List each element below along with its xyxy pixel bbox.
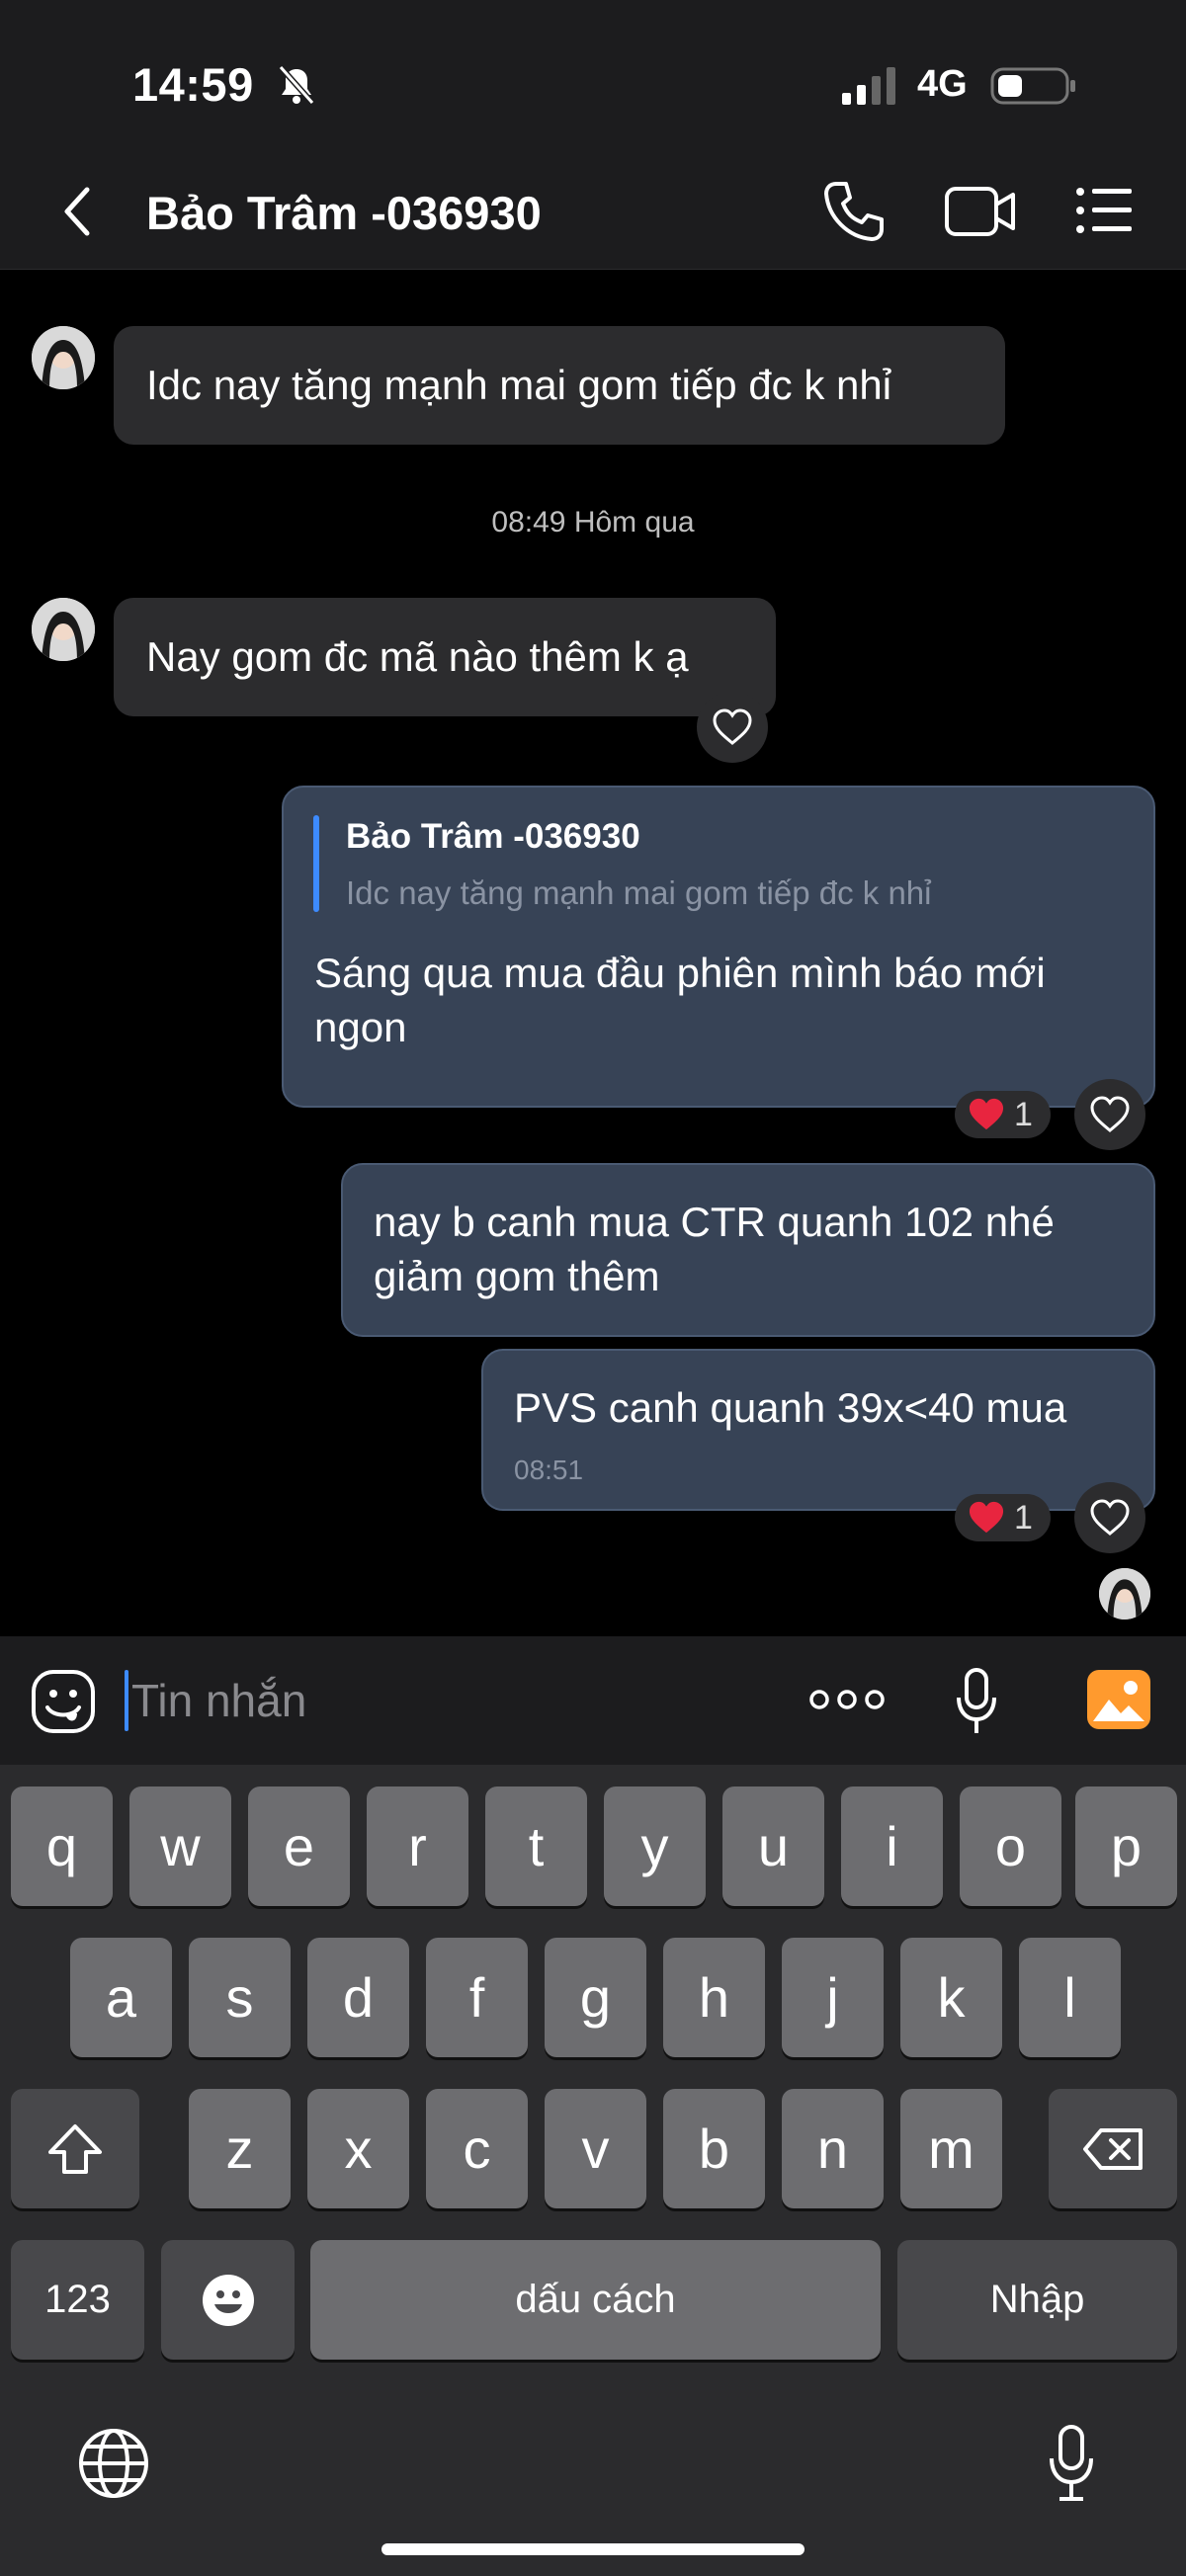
reaction-badge[interactable]: 1 xyxy=(955,1494,1051,1541)
message-bubble-outgoing[interactable]: PVS canh quanh 39x<40 mua 08:51 xyxy=(481,1349,1155,1511)
emoji-icon xyxy=(202,2274,254,2326)
reaction-count: 1 xyxy=(1014,1095,1033,1133)
bell-muted-icon xyxy=(278,65,315,105)
key-q[interactable]: q xyxy=(11,1787,113,1906)
more-options-icon[interactable] xyxy=(808,1687,886,1712)
text-cursor xyxy=(125,1670,128,1731)
message-bubble-outgoing[interactable]: Bảo Trâm -036930 Idc nay tăng mạnh mai g… xyxy=(282,786,1155,1108)
message-input[interactable]: Tin nhắn xyxy=(131,1674,306,1727)
reaction-count: 1 xyxy=(1014,1498,1033,1537)
message-text: PVS canh quanh 39x<40 mua xyxy=(514,1384,1067,1431)
key-h[interactable]: h xyxy=(663,1938,765,2057)
key-g[interactable]: g xyxy=(545,1938,646,2057)
home-indicator[interactable] xyxy=(381,2543,805,2555)
key-b[interactable]: b xyxy=(663,2089,765,2208)
key-m[interactable]: m xyxy=(900,2089,1002,2208)
key-n[interactable]: n xyxy=(782,2089,884,2208)
emoji-key[interactable] xyxy=(161,2240,295,2360)
key-p[interactable]: p xyxy=(1075,1787,1177,1906)
phone-call-icon[interactable] xyxy=(820,178,888,245)
key-k[interactable]: k xyxy=(900,1938,1002,2057)
heart-outline-icon xyxy=(1090,1499,1130,1536)
message-text: ngon xyxy=(314,1004,407,1050)
message-text: Idc nay tăng mạnh mai gom tiếp đc k nhỉ xyxy=(146,362,892,408)
key-t[interactable]: t xyxy=(485,1787,587,1906)
message-time: 08:51 xyxy=(514,1454,584,1485)
heart-filled-icon xyxy=(969,1501,1004,1534)
key-j[interactable]: j xyxy=(782,1938,884,2057)
key-e[interactable]: e xyxy=(248,1787,350,1906)
message-bubble-incoming[interactable]: Nay gom đc mã nào thêm k ạ xyxy=(114,598,776,716)
key-u[interactable]: u xyxy=(722,1787,824,1906)
message-text: giảm gom thêm xyxy=(374,1253,660,1299)
quote-bar xyxy=(313,815,319,912)
key-x[interactable]: x xyxy=(307,2089,409,2208)
video-call-icon[interactable] xyxy=(944,183,1017,240)
heart-outline-icon xyxy=(1090,1096,1130,1132)
return-key[interactable]: Nhập xyxy=(897,2240,1177,2360)
back-icon[interactable] xyxy=(57,182,97,241)
heart-filled-icon xyxy=(969,1098,1004,1130)
contact-avatar[interactable] xyxy=(32,598,95,661)
key-d[interactable]: d xyxy=(307,1938,409,2057)
shift-key[interactable] xyxy=(11,2089,139,2208)
key-z[interactable]: z xyxy=(189,2089,291,2208)
key-i[interactable]: i xyxy=(841,1787,943,1906)
key-o[interactable]: o xyxy=(960,1787,1061,1906)
backspace-key[interactable] xyxy=(1049,2089,1177,2208)
network-type: 4G xyxy=(917,63,968,105)
key-c[interactable]: c xyxy=(426,2089,528,2208)
message-bubble-outgoing[interactable]: nay b canh mua CTR quanh 102 nhé giảm go… xyxy=(341,1163,1155,1337)
timestamp-separator: 08:49 Hôm qua xyxy=(491,506,695,539)
space-key[interactable]: dấu cách xyxy=(310,2240,881,2360)
globe-icon[interactable] xyxy=(77,2427,150,2500)
message-text: nay b canh mua CTR quanh 102 nhé xyxy=(374,1199,1055,1245)
contact-avatar[interactable] xyxy=(32,326,95,389)
quote-author: Bảo Trâm -036930 xyxy=(346,817,640,856)
key-y[interactable]: y xyxy=(604,1787,706,1906)
message-text: Sáng qua mua đầu phiên mình báo mới xyxy=(314,950,1046,996)
quote-text: Idc nay tăng mạnh mai gom tiếp đc k nhỉ xyxy=(346,874,932,911)
seen-avatar xyxy=(1099,1568,1150,1620)
list-menu-icon[interactable] xyxy=(1075,186,1133,235)
like-button[interactable] xyxy=(1074,1079,1145,1150)
message-text: Nay gom đc mã nào thêm k ạ xyxy=(146,633,689,680)
cellular-signal-icon xyxy=(842,67,895,105)
message-bubble-incoming[interactable]: Idc nay tăng mạnh mai gom tiếp đc k nhỉ xyxy=(114,326,1005,445)
key-l[interactable]: l xyxy=(1019,1938,1121,2057)
sticker-emoji-icon[interactable] xyxy=(30,1668,97,1735)
key-f[interactable]: f xyxy=(426,1938,528,2057)
heart-outline-icon xyxy=(713,708,752,745)
key-w[interactable]: w xyxy=(129,1787,231,1906)
shift-icon xyxy=(48,2123,102,2174)
keyboard: q w e r t y u i o p a s d f g h j k l z … xyxy=(0,1765,1186,2576)
microphone-icon[interactable] xyxy=(953,1666,1000,1737)
backspace-icon xyxy=(1083,2127,1143,2170)
key-s[interactable]: s xyxy=(189,1938,291,2057)
contact-name[interactable]: Bảo Trâm -036930 xyxy=(146,186,542,240)
battery-icon xyxy=(990,67,1075,105)
image-gallery-icon[interactable] xyxy=(1085,1668,1152,1731)
key-a[interactable]: a xyxy=(70,1938,172,2057)
dictation-microphone-icon[interactable] xyxy=(1046,2423,1097,2504)
key-r[interactable]: r xyxy=(367,1787,468,1906)
status-time: 14:59 xyxy=(132,58,254,111)
like-button[interactable] xyxy=(697,692,768,763)
like-button[interactable] xyxy=(1074,1482,1145,1553)
key-v[interactable]: v xyxy=(545,2089,646,2208)
numbers-key[interactable]: 123 xyxy=(11,2240,144,2360)
reaction-badge[interactable]: 1 xyxy=(955,1091,1051,1138)
